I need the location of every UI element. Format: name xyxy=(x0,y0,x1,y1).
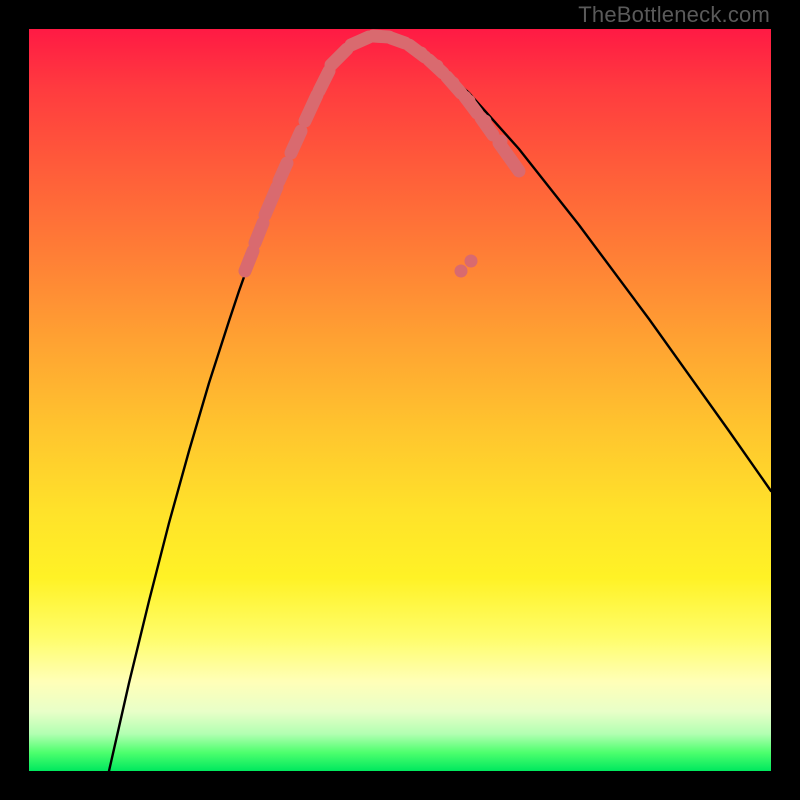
marker-dot xyxy=(479,115,492,128)
marker-dot xyxy=(447,77,460,90)
marker-segment xyxy=(255,223,263,243)
marker-segment xyxy=(279,163,287,181)
watermark-label: TheBottleneck.com xyxy=(578,2,770,28)
marker-segment xyxy=(305,95,317,121)
marker-dot xyxy=(465,255,478,268)
marker-segment xyxy=(265,187,277,215)
marker-overlay xyxy=(245,36,519,278)
chart-frame: TheBottleneck.com xyxy=(0,0,800,800)
bottleneck-curve xyxy=(109,35,771,771)
marker-segment xyxy=(245,251,253,271)
marker-segment xyxy=(331,49,347,65)
marker-segment xyxy=(351,37,369,45)
curve-svg xyxy=(29,29,771,771)
marker-segment xyxy=(319,71,329,91)
marker-segment xyxy=(291,131,301,153)
marker-dot xyxy=(431,60,444,73)
marker-segment xyxy=(391,38,405,43)
marker-dot xyxy=(463,95,476,108)
marker-dot xyxy=(415,47,428,60)
plot-area xyxy=(29,29,771,771)
marker-dot xyxy=(455,265,468,278)
marker-dot xyxy=(495,135,508,148)
